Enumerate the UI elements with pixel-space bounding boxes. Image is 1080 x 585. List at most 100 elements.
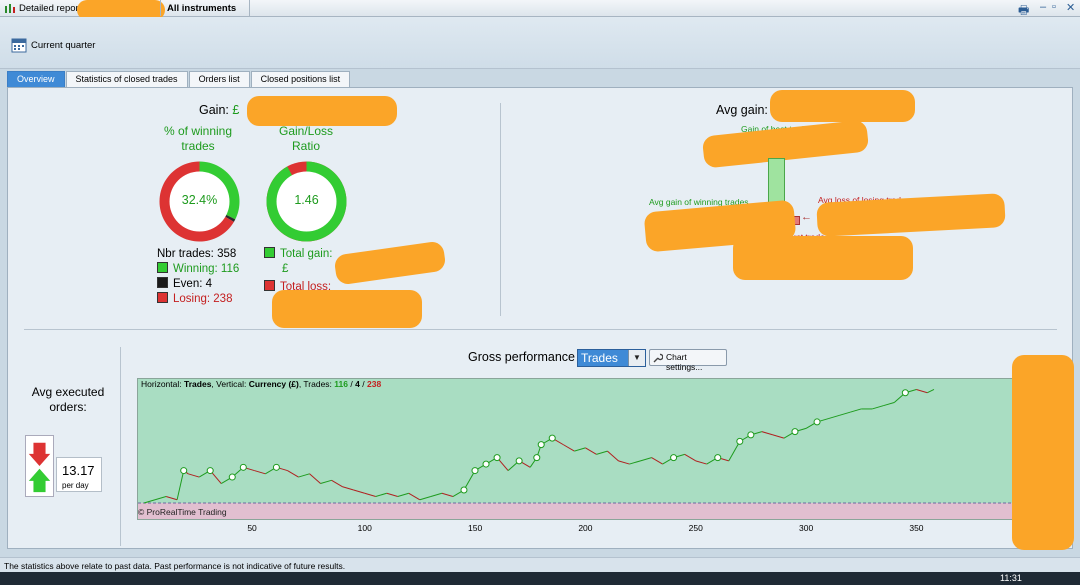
series-segment bbox=[364, 492, 376, 497]
toolbar: Current quarter bbox=[0, 17, 1080, 69]
redaction-mark bbox=[1012, 355, 1074, 550]
data-point bbox=[813, 418, 821, 426]
x-tick-label: 100 bbox=[357, 523, 372, 533]
trade-counts: Nbr trades: 358 Winning: 116 Even: 4 Los… bbox=[157, 247, 239, 307]
executed-unit: per day bbox=[62, 481, 89, 490]
avg-executed-orders-title: Avg executed orders: bbox=[31, 385, 105, 414]
x-tick-label: 50 bbox=[247, 523, 257, 533]
wrench-icon bbox=[653, 353, 663, 363]
section-divider bbox=[500, 103, 501, 316]
data-point bbox=[239, 463, 247, 471]
series-segment bbox=[298, 473, 310, 478]
data-point bbox=[533, 454, 541, 462]
series-segment bbox=[695, 460, 707, 465]
avg-gain-heading: Avg gain: £ bbox=[716, 103, 778, 117]
series-segment bbox=[761, 431, 774, 436]
series-segment bbox=[154, 496, 167, 501]
winning-pct-value: 32.4% bbox=[181, 193, 218, 207]
series-segment bbox=[408, 492, 421, 501]
tab-closed-positions-list[interactable]: Closed positions list bbox=[250, 71, 351, 87]
series-segment bbox=[916, 389, 928, 394]
chart-mode-dropdown[interactable]: Trades ▼ bbox=[577, 349, 646, 367]
redaction-mark bbox=[272, 290, 422, 328]
loss-zone bbox=[138, 503, 1016, 519]
instrument-selector[interactable]: All instruments ▾ bbox=[160, 0, 250, 25]
data-point bbox=[537, 441, 545, 449]
x-tick-label: 150 bbox=[468, 523, 483, 533]
data-point bbox=[515, 457, 523, 465]
minimize-icon[interactable]: – bbox=[1040, 1, 1046, 13]
series-segment bbox=[838, 411, 851, 416]
chevron-down-icon[interactable]: ▼ bbox=[628, 350, 645, 366]
data-point bbox=[180, 467, 188, 475]
x-tick-label: 250 bbox=[688, 523, 703, 533]
tab-bar: Overview Statistics of closed trades Ord… bbox=[7, 71, 351, 87]
orders-icon bbox=[25, 435, 54, 497]
chart-settings-button[interactable]: Chart settings... bbox=[649, 349, 727, 372]
redaction-mark bbox=[733, 236, 913, 280]
x-tick-label: 300 bbox=[799, 523, 814, 533]
taskbar: 11:31 bbox=[0, 572, 1080, 585]
series-segment bbox=[320, 479, 332, 485]
redaction-mark bbox=[770, 90, 915, 122]
performance-line-chart bbox=[138, 389, 1016, 519]
series-segment bbox=[397, 492, 409, 497]
gross-performance-chart bbox=[137, 378, 1017, 520]
data-point bbox=[901, 389, 909, 397]
series-segment bbox=[883, 401, 895, 407]
executed-per-day-box: 13.17 per day bbox=[56, 457, 102, 492]
chart-copyright: © ProRealTime Trading bbox=[138, 507, 227, 517]
series-segment bbox=[563, 444, 575, 452]
close-icon[interactable]: ✕ bbox=[1066, 1, 1075, 14]
series-segment bbox=[187, 473, 200, 478]
gain-loss-ratio-title: Gain/Loss Ratio bbox=[278, 124, 334, 153]
series-segment bbox=[596, 450, 608, 455]
total-gain: Total gain: bbox=[264, 247, 332, 262]
data-point bbox=[206, 467, 214, 475]
winning-trades-title: % of winning trades bbox=[163, 124, 233, 153]
series-segment bbox=[850, 408, 862, 413]
series-segment bbox=[386, 492, 398, 497]
series-segment bbox=[640, 457, 652, 462]
series-segment bbox=[684, 453, 696, 462]
data-point bbox=[736, 437, 744, 445]
losing-count: Losing: 238 bbox=[157, 292, 239, 307]
series-segment bbox=[353, 489, 365, 494]
ratio-value: 1.46 bbox=[294, 193, 319, 207]
tab-overview[interactable]: Overview bbox=[7, 71, 65, 87]
title-bar: Detailed report All instruments ▾ 🖶 – ▫ … bbox=[0, 0, 1080, 25]
series-segment bbox=[342, 486, 354, 491]
status-bar: The statistics above relate to past data… bbox=[0, 557, 1080, 572]
restore-icon[interactable]: ▫ bbox=[1052, 1, 1056, 13]
executed-value: 13.17 bbox=[62, 463, 95, 478]
losing-swatch bbox=[157, 292, 168, 303]
tab-orders-list[interactable]: Orders list bbox=[188, 71, 250, 87]
even-count: Even: 4 bbox=[157, 277, 239, 292]
gross-performance-title: Gross performance bbox=[468, 350, 575, 364]
total-gain-value: £ bbox=[282, 263, 289, 275]
chart-info-line: Horizontal: Trades, Vertical: Currency (… bbox=[141, 379, 382, 389]
series-segment bbox=[827, 414, 840, 420]
calendar-icon[interactable] bbox=[11, 37, 27, 53]
even-swatch bbox=[157, 277, 168, 288]
window-title: Detailed report bbox=[19, 3, 82, 14]
data-point bbox=[548, 434, 556, 442]
series-segment bbox=[176, 470, 185, 500]
series-segment bbox=[430, 492, 443, 497]
series-segment bbox=[287, 470, 299, 478]
series-segment bbox=[254, 470, 266, 475]
data-point bbox=[228, 473, 236, 481]
series-segment bbox=[585, 447, 597, 455]
x-tick-label: 200 bbox=[578, 523, 593, 533]
series-segment bbox=[419, 496, 432, 501]
series-segment bbox=[607, 450, 619, 462]
x-tick-label: 350 bbox=[909, 523, 924, 533]
winning-count: Winning: 116 bbox=[157, 262, 239, 277]
data-point bbox=[747, 431, 755, 439]
series-segment bbox=[872, 405, 884, 410]
section-divider bbox=[24, 329, 1057, 330]
tab-statistics-closed-trades[interactable]: Statistics of closed trades bbox=[65, 71, 188, 87]
data-point bbox=[791, 428, 799, 436]
series-segment bbox=[772, 434, 785, 439]
period-label[interactable]: Current quarter bbox=[31, 40, 95, 51]
